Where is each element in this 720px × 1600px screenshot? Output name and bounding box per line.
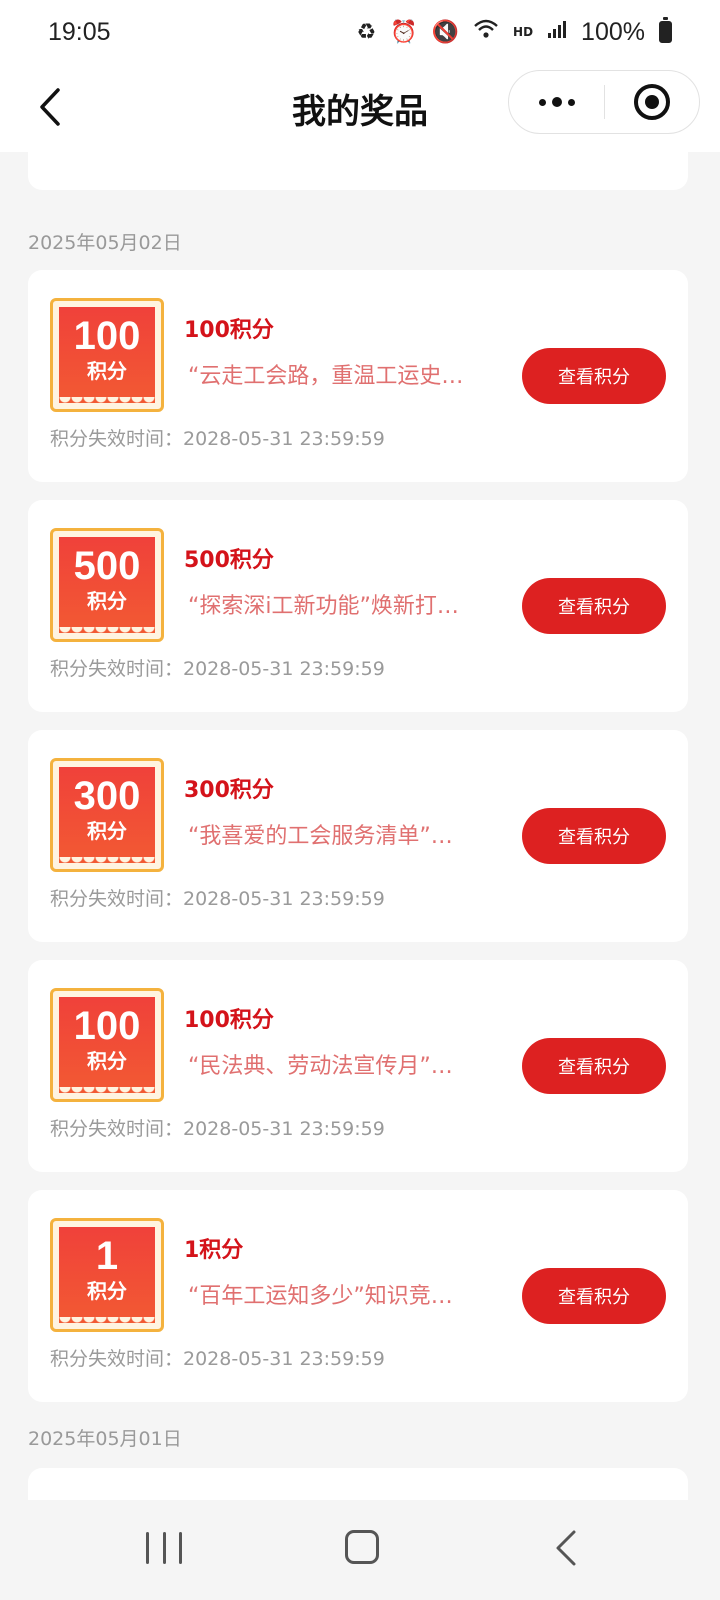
prize-list[interactable]: 2025年05月02日 100 积分 100积分 “云走工会路，重温工运史… 积… xyxy=(0,152,720,1500)
view-points-button[interactable]: 查看积分 xyxy=(522,1268,666,1324)
points-badge: 100 积分 xyxy=(50,298,164,412)
mute-icon: 🔇 xyxy=(431,19,460,45)
prize-card: 500 积分 500积分 “探索深i工新功能”焕新打… 积分失效时间：2028-… xyxy=(28,500,688,712)
home-button[interactable] xyxy=(345,1530,379,1564)
expire-time: 积分失效时间：2028-05-31 23:59:59 xyxy=(50,1348,385,1370)
more-button[interactable] xyxy=(509,70,604,134)
date-header: 2025年05月01日 xyxy=(28,1428,182,1450)
expire-time: 积分失效时间：2028-05-31 23:59:59 xyxy=(50,428,385,450)
prize-description: “云走工会路，重温工运史… xyxy=(188,364,464,389)
nav-bar: 我的奖品 xyxy=(0,64,720,152)
miniprogram-capsule xyxy=(508,70,700,134)
prize-card-partial xyxy=(28,1468,688,1500)
expire-time: 积分失效时间：2028-05-31 23:59:59 xyxy=(50,888,385,910)
points-badge: 300 积分 xyxy=(50,758,164,872)
points-badge: 500 积分 xyxy=(50,528,164,642)
view-points-button[interactable]: 查看积分 xyxy=(522,1038,666,1094)
back-button[interactable] xyxy=(28,82,72,132)
recycle-icon: ♻ xyxy=(356,19,377,45)
system-navigation-bar xyxy=(0,1500,720,1600)
prize-description: “探索深i工新功能”焕新打… xyxy=(188,594,459,619)
prize-card: 1 积分 1积分 “百年工运知多少”知识竞… 积分失效时间：2028-05-31… xyxy=(28,1190,688,1402)
prize-card: 300 积分 300积分 “我喜爱的工会服务清单”… 积分失效时间：2028-0… xyxy=(28,730,688,942)
badge-number: 300 xyxy=(73,774,141,818)
prize-card: 100 积分 100积分 “民法典、劳动法宣传月”… 积分失效时间：2028-0… xyxy=(28,960,688,1172)
prize-card-partial xyxy=(28,152,688,190)
view-points-button[interactable]: 查看积分 xyxy=(522,348,666,404)
recent-bar-icon xyxy=(146,1532,149,1564)
badge-number: 1 xyxy=(95,1234,119,1278)
wifi-icon xyxy=(473,18,499,46)
expire-time: 积分失效时间：2028-05-31 23:59:59 xyxy=(50,1118,385,1140)
close-miniprogram-button[interactable] xyxy=(605,70,699,134)
prize-title: 1积分 xyxy=(184,1238,244,1263)
badge-number: 100 xyxy=(73,314,141,358)
date-header: 2025年05月02日 xyxy=(28,232,182,254)
recent-apps-button[interactable] xyxy=(146,1532,182,1568)
recent-bar-icon xyxy=(179,1532,182,1564)
prize-description: “百年工运知多少”知识竞… xyxy=(188,1284,453,1309)
prize-title: 100积分 xyxy=(184,318,274,343)
badge-ticket: 300 积分 xyxy=(59,767,155,863)
hd-indicator: HD xyxy=(513,25,534,39)
badge-ticket: 1 积分 xyxy=(59,1227,155,1323)
badge-ticket: 500 积分 xyxy=(59,537,155,633)
badge-unit: 积分 xyxy=(87,1279,127,1303)
points-badge: 100 积分 xyxy=(50,988,164,1102)
prize-title: 500积分 xyxy=(184,548,274,573)
battery-level: 100% xyxy=(581,17,645,46)
expire-time: 积分失效时间：2028-05-31 23:59:59 xyxy=(50,658,385,680)
badge-number: 500 xyxy=(73,544,141,588)
points-badge: 1 积分 xyxy=(50,1218,164,1332)
badge-unit: 积分 xyxy=(87,359,127,383)
chevron-left-icon xyxy=(556,1530,576,1566)
alarm-icon: ⏰ xyxy=(390,19,418,45)
recent-bar-icon xyxy=(162,1532,166,1564)
status-time: 19:05 xyxy=(48,17,111,46)
signal-icon xyxy=(547,19,567,45)
prize-title: 100积分 xyxy=(184,1008,274,1033)
prize-description: “民法典、劳动法宣传月”… xyxy=(188,1054,453,1079)
view-points-button[interactable]: 查看积分 xyxy=(522,578,666,634)
prize-card: 100 积分 100积分 “云走工会路，重温工运史… 积分失效时间：2028-0… xyxy=(28,270,688,482)
badge-ticket: 100 积分 xyxy=(59,307,155,403)
more-dot-icon xyxy=(538,98,546,106)
chevron-left-icon xyxy=(40,88,60,126)
badge-number: 100 xyxy=(73,1004,141,1048)
target-icon xyxy=(633,84,670,120)
badge-ticket: 100 积分 xyxy=(59,997,155,1093)
status-icons: ♻ ⏰ 🔇 HD 100% xyxy=(356,17,672,47)
system-back-button[interactable] xyxy=(552,1528,580,1568)
more-dot-icon xyxy=(567,98,575,106)
battery-icon xyxy=(659,17,672,43)
badge-unit: 积分 xyxy=(87,589,127,613)
prize-description: “我喜爱的工会服务清单”… xyxy=(188,824,453,849)
badge-unit: 积分 xyxy=(87,819,127,843)
badge-unit: 积分 xyxy=(87,1049,127,1073)
prize-title: 300积分 xyxy=(184,778,274,803)
more-dot-icon xyxy=(551,97,562,107)
view-points-button[interactable]: 查看积分 xyxy=(522,808,666,864)
status-bar: 19:05 ♻ ⏰ 🔇 HD 100% xyxy=(0,0,720,64)
